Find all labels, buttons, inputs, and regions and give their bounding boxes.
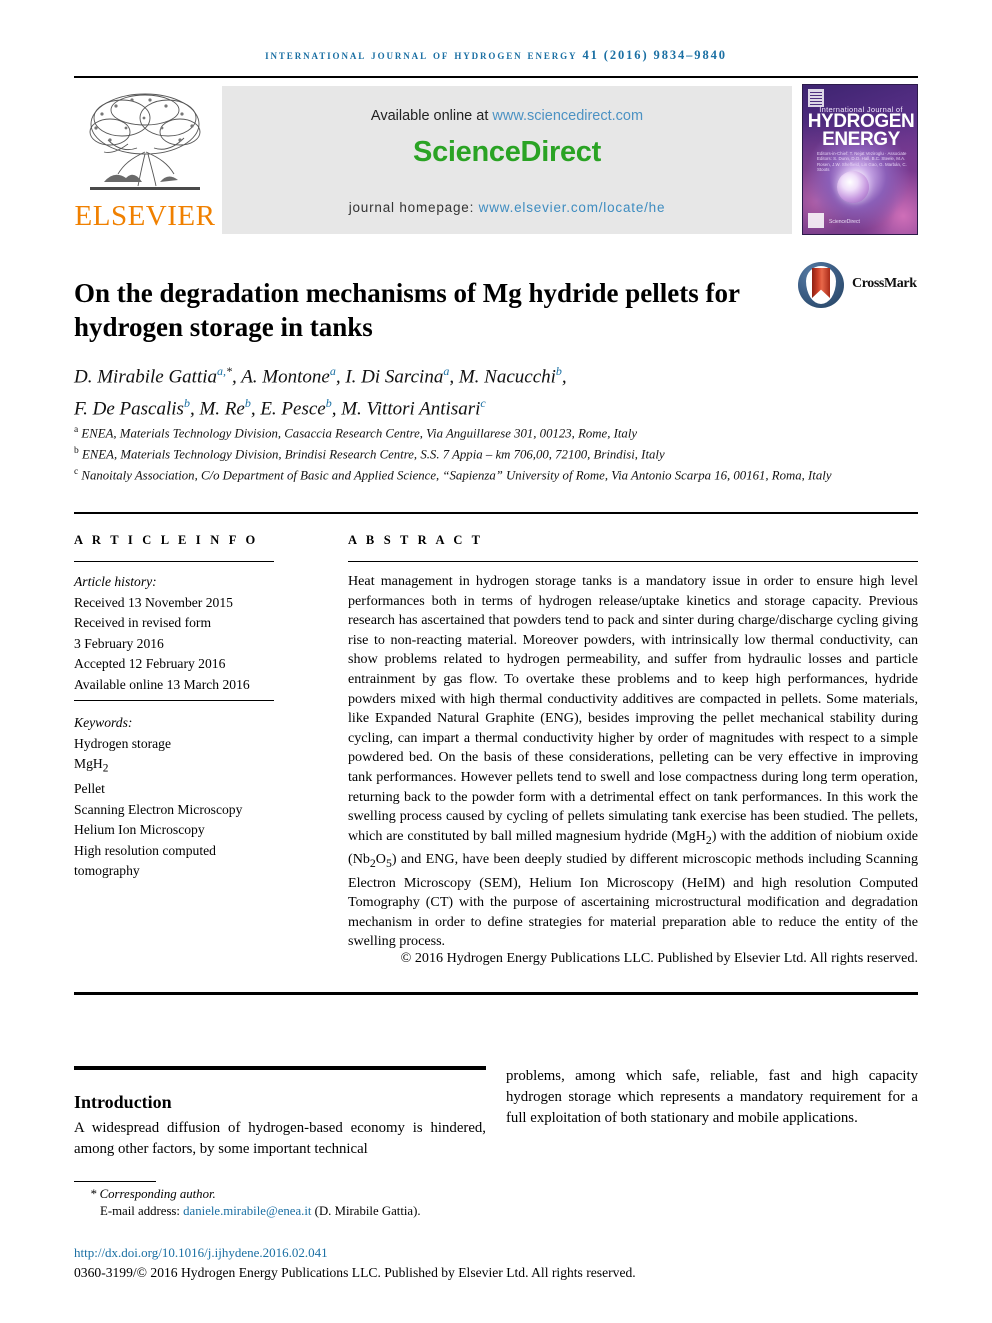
affiliation-mark: a [74, 425, 79, 435]
article-history-item: Available online 13 March 2016 [74, 676, 250, 692]
author-line-2: F. De Pascalisb, M. Reb, E. Pesceb, M. V… [74, 396, 486, 420]
article-history-label: Article history: [74, 574, 157, 589]
affiliation-text: ENEA, Materials Technology Division, Cas… [81, 426, 638, 441]
email-label: E-mail address: [100, 1204, 184, 1218]
abstract-paragraph: Heat management in hydrogen storage tank… [348, 573, 918, 950]
author-name: M. Re [199, 398, 245, 420]
introduction-heading: Introduction [74, 1091, 172, 1112]
affiliation-mark: c [74, 466, 79, 477]
introduction-rule [74, 1066, 486, 1070]
elsevier-wordmark: ELSEVIER [74, 200, 216, 232]
cover-orb-graphic [837, 171, 869, 203]
affiliation-item: b ENEA, Materials Technology Division, B… [74, 443, 934, 464]
author-affil-mark: b [183, 396, 190, 411]
sciencedirect-url-link[interactable]: www.sciencedirect.com [492, 108, 643, 124]
author-affil-mark: b [555, 364, 562, 378]
footnote-block: * Corresponding author. E-mail address: … [74, 1186, 574, 1220]
keywords-label: Keywords: [74, 715, 133, 730]
keyword-item: MgH2 [74, 756, 109, 775]
email-owner: (D. Mirabile Gattia). [311, 1204, 421, 1218]
affiliation-text: Nanoitaly Association, C/o Department of… [81, 467, 832, 482]
author-list: D. Mirabile Gattiaa,*, A. Montonea, I. D… [74, 358, 934, 423]
cover-association-badge [808, 213, 824, 228]
keyword-item: High resolution computed tomography [74, 842, 216, 879]
author-affil-mark: a [443, 364, 450, 378]
elsevier-tree-icon [89, 93, 201, 190]
abstract-text: Heat management in hydrogen storage tank… [348, 572, 918, 952]
abstract-rule [348, 561, 918, 563]
journal-cover-thumbnail[interactable]: International Journal of HYDROGEN ENERGY… [802, 84, 918, 235]
abstract-heading: A B S T R A C T [348, 533, 484, 547]
introduction-column-left: A widespread diffusion of hydrogen-based… [74, 1120, 486, 1157]
journal-homepage-link[interactable]: www.elsevier.com/locate/he [479, 200, 666, 215]
keywords-rule [74, 700, 274, 702]
keyword-item: Scanning Electron Microscopy [74, 801, 243, 817]
section-rule-top [74, 512, 918, 514]
corresponding-author-note: * Corresponding author. [90, 1187, 216, 1201]
sciencedirect-logo[interactable]: ScienceDirect [222, 136, 792, 169]
header-rule [74, 76, 918, 78]
masthead: ELSEVIER Available online at www.science… [74, 84, 918, 236]
article-history-block: Article history: Received 13 November 20… [74, 572, 274, 695]
cover-sciencedirect-note: ScienceDirect [829, 219, 860, 225]
cover-title-line3: ENERGY [822, 129, 900, 150]
author-name: F. De Pascalis [74, 398, 184, 420]
affiliation-item: a ENEA, Materials Technology Division, C… [74, 422, 934, 443]
available-online-prefix: Available online at [370, 108, 493, 124]
author-name: M. Vittori Antisari [341, 398, 481, 420]
crossmark-label: CrossMark [852, 276, 917, 291]
keyword-item: Pellet [74, 781, 105, 797]
journal-homepage-line: journal homepage: www.elsevier.com/locat… [222, 200, 792, 215]
author-name: M. Nacucchi [458, 366, 556, 388]
introduction-column-right: problems, among which safe, reliable, fa… [506, 1068, 918, 1126]
affiliation-item: c Nanoitaly Association, C/o Department … [74, 464, 934, 485]
author-name: D. Mirabile Gattia [74, 366, 218, 388]
abstract-copyright: © 2016 Hydrogen Energy Publications LLC.… [400, 950, 918, 966]
corresponding-author-mark: * [226, 364, 233, 378]
author-affil-mark: a, [217, 364, 227, 378]
running-head: International Journal of Hydrogen Energy… [265, 48, 727, 62]
footnote-rule [74, 1181, 156, 1183]
doi-link[interactable]: http://dx.doi.org/10.1016/j.ijhydene.201… [74, 1245, 328, 1261]
elsevier-logo[interactable]: ELSEVIER [74, 84, 216, 236]
article-history-item: Accepted 12 February 2016 [74, 656, 226, 671]
author-name: A. Montone [241, 366, 330, 388]
issn-copyright-line: 0360-3199/© 2016 Hydrogen Energy Publica… [74, 1265, 636, 1280]
cover-editors-text: Editors-in-Chief: T. Nejat Veziroglu · A… [817, 151, 907, 173]
journal-homepage-prefix: journal homepage: [348, 200, 479, 215]
keyword-item: Helium Ion Microscopy [74, 822, 205, 838]
keyword-item: Hydrogen storage [74, 735, 172, 751]
affiliation-list: a ENEA, Materials Technology Division, C… [74, 422, 934, 484]
keywords-block: Keywords: Hydrogen storage MgH2 Pellet S… [74, 713, 274, 882]
sciencedirect-band: Available online at www.sciencedirect.co… [222, 86, 792, 234]
email-link[interactable]: daniele.mirabile@enea.it [183, 1204, 311, 1218]
article-history-item: Received 13 November 2015 [74, 594, 233, 610]
crossmark-disc-icon [798, 262, 844, 308]
author-affil-mark: b [244, 396, 251, 411]
author-affil-mark: a [329, 364, 336, 378]
crossmark-badge[interactable]: CrossMark [798, 262, 918, 308]
available-online-line: Available online at www.sciencedirect.co… [222, 108, 792, 124]
corresponding-author-text: Corresponding author. [99, 1187, 216, 1201]
journal-article-page: International Journal of Hydrogen Energy… [0, 0, 992, 1323]
author-line-1: D. Mirabile Gattiaa,*, A. Montonea, I. D… [74, 364, 567, 388]
author-name: I. Di Sarcina [345, 366, 444, 388]
author-name: E. Pesce [260, 398, 326, 420]
author-affil-mark: c [480, 396, 486, 411]
article-history-item: 3 February 2016 [74, 635, 164, 651]
author-affil-mark: b [325, 396, 332, 411]
article-history-item: Received in revised form [74, 615, 212, 630]
article-info-rule [74, 561, 274, 563]
section-rule-bottom [74, 992, 918, 995]
affiliation-text: ENEA, Materials Technology Division, Bri… [81, 447, 665, 462]
email-note: E-mail address: daniele.mirabile@enea.it… [74, 1203, 574, 1220]
article-title: On the degradation mechanisms of Mg hydr… [74, 278, 740, 343]
affiliation-mark: b [74, 445, 79, 456]
article-info-heading: A R T I C L E I N F O [74, 533, 259, 547]
